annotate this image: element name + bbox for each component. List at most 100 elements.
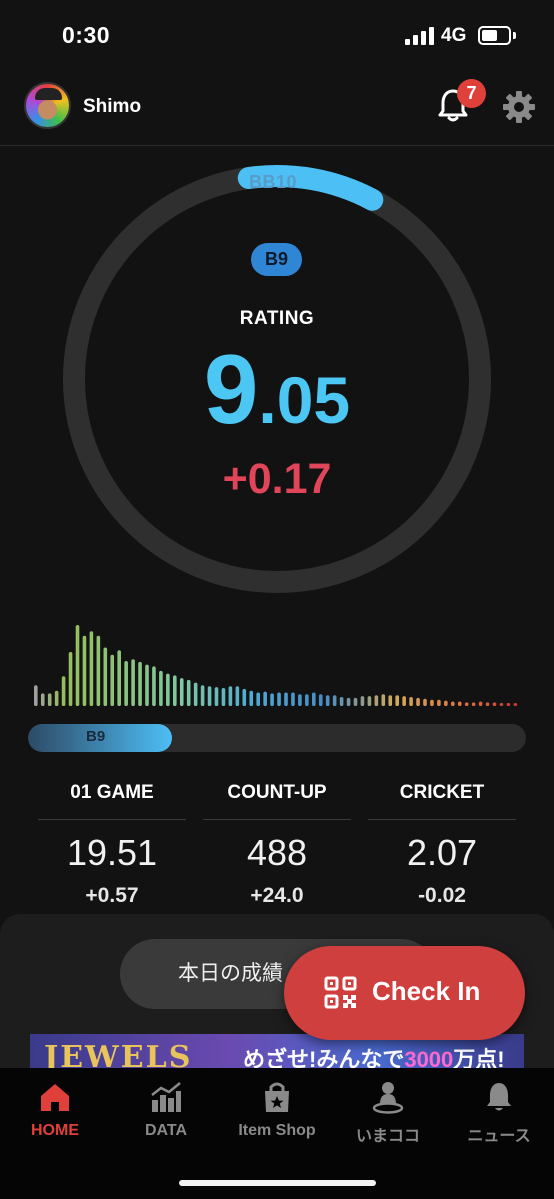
histogram-bar <box>40 693 45 706</box>
histogram-bar <box>228 686 233 706</box>
histogram-bar <box>437 699 441 706</box>
signal-strength-icon <box>405 27 435 45</box>
histogram-bar <box>506 703 511 706</box>
histogram-bar <box>68 652 73 706</box>
histogram-bar <box>298 694 302 706</box>
histogram-bar <box>221 688 226 706</box>
histogram-bar <box>138 661 142 706</box>
battery-cap <box>513 32 516 39</box>
histogram-bar <box>444 700 448 706</box>
histogram-bar <box>173 675 177 706</box>
histogram-bar <box>492 702 497 706</box>
histogram-bar <box>96 635 101 706</box>
avatar[interactable] <box>24 82 71 129</box>
tab-item-shop-label: Item Shop <box>238 1122 316 1139</box>
class-progress-bar: B9 <box>28 724 526 752</box>
histogram-bar <box>75 625 80 706</box>
histogram-bar <box>82 635 87 706</box>
histogram-bar <box>249 690 254 706</box>
rating-panel: BB10 B9 RATING 9.05 +0.17 <box>0 150 554 610</box>
histogram-bar <box>131 659 135 706</box>
histogram-bar <box>471 702 476 706</box>
tab-imakoko-label: いまココ <box>355 1128 420 1145</box>
histogram-bar <box>353 697 358 706</box>
banner-text-b: 万点! <box>453 1047 505 1068</box>
histogram-bar <box>256 692 260 706</box>
next-class-label: BB10 <box>249 172 298 192</box>
histogram-bar <box>346 697 351 706</box>
qr-code-icon <box>324 976 357 1009</box>
rating-history-histogram <box>34 625 518 706</box>
histogram-bar <box>291 692 295 706</box>
histogram-bar <box>270 693 274 706</box>
histogram-bar <box>339 697 344 706</box>
histogram-bar <box>409 697 413 706</box>
home-icon <box>41 1084 69 1111</box>
tab-news[interactable]: ニュース <box>444 1080 554 1146</box>
tab-home[interactable]: HOME <box>0 1080 110 1140</box>
histogram-bar <box>34 685 38 706</box>
stat-diff: -0.02 <box>418 884 466 907</box>
histogram-bar <box>312 692 316 706</box>
histogram-bar <box>166 673 170 706</box>
settings-button[interactable] <box>502 90 536 124</box>
histogram-bar <box>513 703 518 706</box>
shop-bag-icon <box>265 1082 289 1112</box>
tab-data-label: DATA <box>144 1122 188 1139</box>
histogram-bar <box>360 696 365 706</box>
histogram-bar <box>430 699 434 706</box>
stat-01-game[interactable]: 01 GAME 19.51 +0.57 <box>38 778 186 918</box>
histogram-bar <box>193 682 198 706</box>
histogram-bar <box>305 694 309 706</box>
check-in-button[interactable]: Check In <box>284 946 525 1040</box>
banner-title: JEWELS <box>44 1040 193 1068</box>
histogram-bar <box>457 701 462 706</box>
histogram-bar <box>388 695 393 706</box>
tab-item-shop[interactable]: Item Shop <box>222 1080 332 1140</box>
histogram-bar <box>318 694 323 706</box>
bell-icon <box>487 1083 511 1111</box>
histogram-bar <box>325 695 330 706</box>
stat-cricket[interactable]: CRICKET 2.07 -0.02 <box>368 778 516 918</box>
rating-label: RATING <box>239 308 315 329</box>
stat-value: 488 <box>246 832 308 873</box>
rating-value: 9.05 <box>0 340 554 438</box>
histogram-bar <box>235 686 240 706</box>
histogram-bar <box>277 692 281 706</box>
stat-title: CRICKET <box>368 778 516 820</box>
histogram-bar <box>332 695 337 706</box>
histogram-bar <box>200 685 205 706</box>
histogram-bar <box>179 678 184 706</box>
notification-badge: 7 <box>457 79 486 108</box>
stat-value: 19.51 <box>66 832 158 873</box>
rating-diff: +0.17 <box>222 455 332 503</box>
histogram-bar <box>374 695 379 706</box>
class-badge: B9 <box>251 243 302 276</box>
rating-value-integer: 9 <box>203 334 259 444</box>
histogram-bar <box>103 647 108 706</box>
class-progress-label: B9 <box>86 728 106 745</box>
status-time: 0:30 <box>62 22 111 48</box>
histogram-bar <box>464 702 469 706</box>
tab-home-label: HOME <box>31 1122 79 1139</box>
histogram-bar <box>152 666 156 706</box>
banner-number: 3000 <box>404 1047 454 1068</box>
histogram-bar <box>284 692 288 706</box>
tab-data[interactable]: DATA <box>111 1080 221 1140</box>
histogram-bar <box>499 703 504 706</box>
check-in-label: Check In <box>372 976 481 1006</box>
stat-count-up[interactable]: COUNT-UP 488 +24.0 <box>203 778 351 918</box>
histogram-bar <box>61 676 66 706</box>
rating-value-decimal: .05 <box>258 363 351 437</box>
histogram-bar <box>416 697 420 706</box>
stat-value: 2.07 <box>406 832 478 873</box>
username[interactable]: Shimo <box>83 96 141 118</box>
histogram-bar <box>263 691 267 706</box>
histogram-bar <box>485 702 490 706</box>
histogram-bar <box>381 694 386 706</box>
histogram-bar <box>110 654 115 706</box>
histogram-bar <box>89 631 94 706</box>
tab-imakoko[interactable]: いまココ <box>333 1080 443 1146</box>
home-indicator <box>179 1180 376 1186</box>
banner-text-a: めざせ!みんなで <box>243 1047 405 1068</box>
